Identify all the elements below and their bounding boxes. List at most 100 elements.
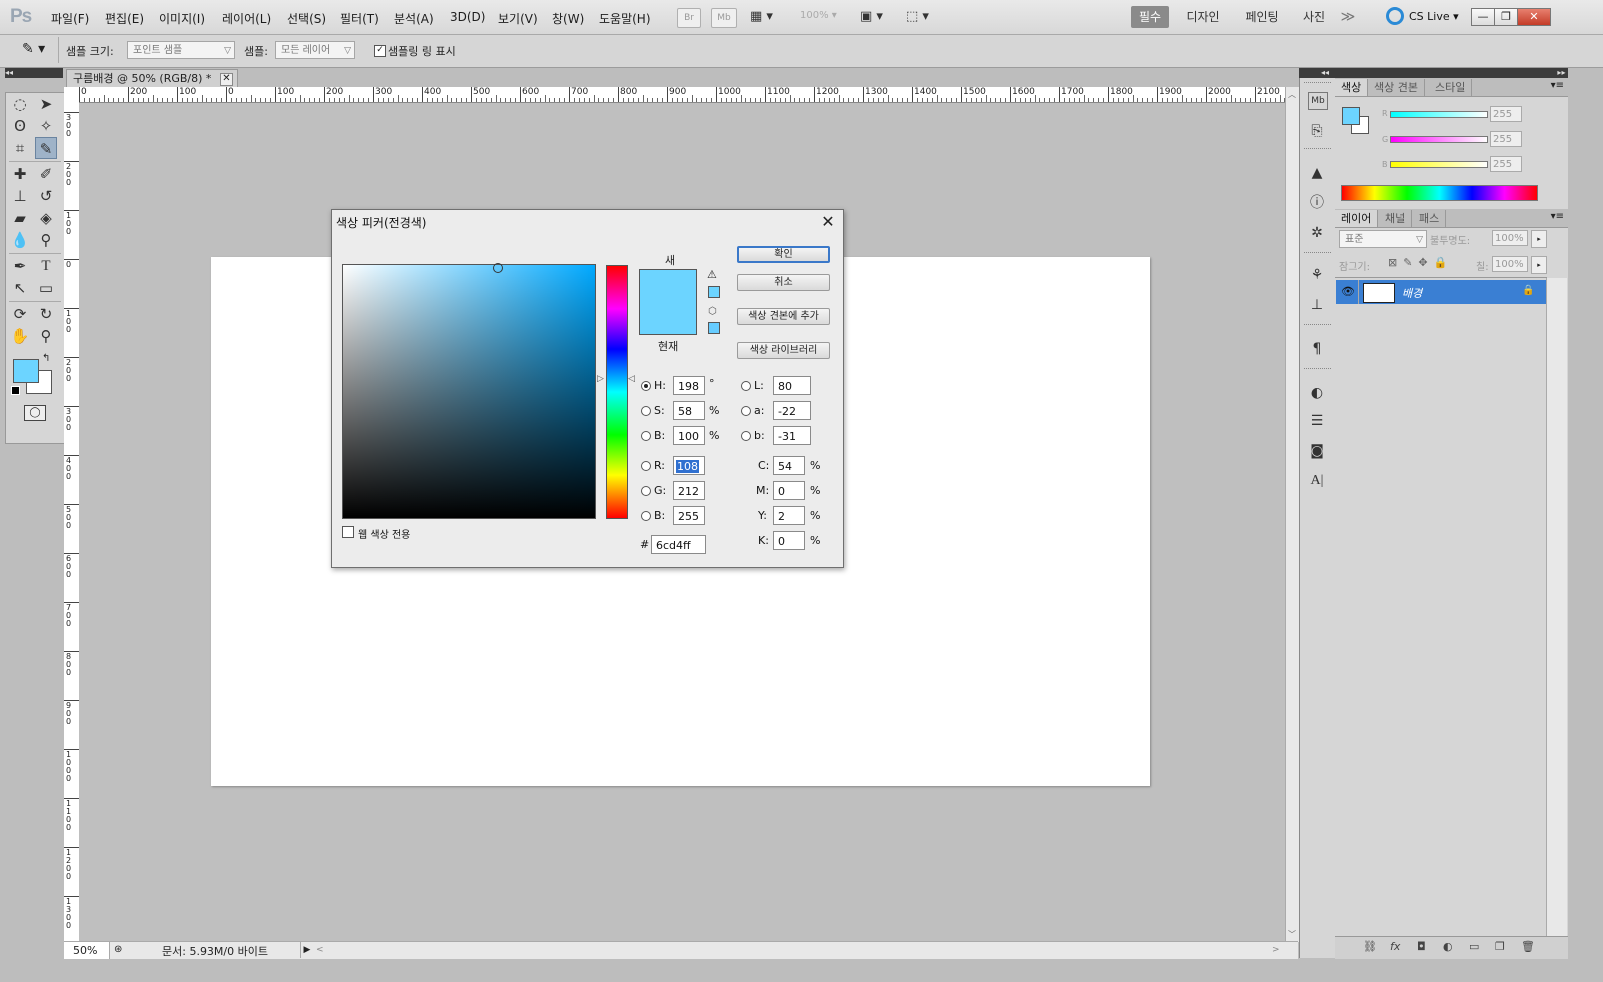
fill-field[interactable]: 100% <box>1492 256 1528 272</box>
menu-edit[interactable]: 편집(E) <box>105 10 144 27</box>
close-document-icon[interactable]: ✕ <box>220 73 233 86</box>
ok-button[interactable]: 확인 <box>737 246 830 263</box>
hue-slider-left-arrow-icon[interactable]: ▷ <box>597 374 604 384</box>
paint-bucket-tool-icon[interactable]: ◈ <box>35 207 57 229</box>
web-colors-only-checkbox[interactable] <box>342 526 354 538</box>
type-tool-icon[interactable]: T <box>35 255 57 277</box>
toolbox-collapse-strip[interactable]: ◂◂ <box>5 68 63 78</box>
lab-l-radio[interactable] <box>741 381 751 391</box>
menu-window[interactable]: 창(W) <box>552 10 584 27</box>
cancel-button[interactable]: 취소 <box>737 274 830 291</box>
sample-select[interactable]: 모든 레이어 ▽ <box>275 41 355 59</box>
menu-filter[interactable]: 필터(T) <box>340 10 379 27</box>
adjustment-layer-icon[interactable]: ◐ <box>1443 940 1453 953</box>
adjustments-icon[interactable]: ◐ <box>1305 382 1329 404</box>
color-spectrum-bar[interactable] <box>1341 185 1538 201</box>
lab-b-radio[interactable] <box>741 431 751 441</box>
masks-icon[interactable]: ☰ <box>1305 410 1329 432</box>
3d-icon[interactable]: ◙ <box>1305 440 1329 462</box>
3d-orbit-tool-icon[interactable]: ↻ <box>35 303 57 325</box>
blue-field[interactable]: 255 <box>673 506 705 525</box>
web-safe-color-swatch[interactable] <box>708 322 720 334</box>
workspace-essentials[interactable]: 필수 <box>1131 6 1169 28</box>
layers-scrollbar[interactable] <box>1546 278 1567 938</box>
panel-collapse-strip[interactable]: ◂◂ ▸▸ <box>1299 68 1568 78</box>
opacity-field[interactable]: 100% <box>1492 230 1528 246</box>
rectangle-tool-icon[interactable]: ▭ <box>35 277 57 299</box>
info-icon[interactable]: ⓘ <box>1305 192 1329 214</box>
zoom-tool-icon[interactable]: ⚲ <box>35 325 57 347</box>
g-radio[interactable] <box>641 486 651 496</box>
menu-layer[interactable]: 레이어(L) <box>222 10 271 27</box>
layers-panel-menu-icon[interactable]: ▾≡ <box>1551 211 1564 222</box>
tab-channels[interactable]: 채널 <box>1379 210 1413 227</box>
pen-tool-icon[interactable]: ✒ <box>9 255 31 277</box>
clone-stamp-tool-icon[interactable]: ⊥ <box>9 185 31 207</box>
tab-layers[interactable]: 레이어 <box>1335 210 1379 227</box>
swap-colors-icon[interactable]: ↰ <box>42 353 50 364</box>
black-field[interactable]: 0 <box>773 531 805 550</box>
menu-analysis[interactable]: 분석(A) <box>394 10 434 27</box>
brightness-radio[interactable] <box>641 431 651 441</box>
tab-swatches[interactable]: 색상 견본 <box>1368 79 1425 96</box>
minimize-button[interactable]: — <box>1471 8 1495 26</box>
sample-size-select[interactable]: 포인트 샘플 ▽ <box>127 41 235 59</box>
add-mask-icon[interactable]: ◘ <box>1417 940 1426 953</box>
3d-rotate-tool-icon[interactable]: ⟳ <box>9 303 31 325</box>
brush-tool-icon[interactable]: ✐ <box>35 163 57 185</box>
menu-file[interactable]: 파일(F) <box>51 10 89 27</box>
status-menu-arrow-icon[interactable]: ▶ <box>300 942 313 958</box>
layer-visibility-eye-icon[interactable]: 👁 <box>1341 285 1355 298</box>
lasso-tool-icon[interactable]: ʘ <box>9 115 31 137</box>
zoom-field[interactable]: 50% <box>64 942 110 959</box>
add-to-swatches-button[interactable]: 색상 견본에 추가 <box>737 308 830 325</box>
saturation-brightness-field[interactable] <box>342 263 596 519</box>
layer-row-background[interactable]: 👁 배경 🔒 <box>1336 280 1546 304</box>
new-group-icon[interactable]: ▭ <box>1469 940 1479 953</box>
tab-color[interactable]: 색상 <box>1335 79 1369 96</box>
opacity-slider-arrow-icon[interactable]: ▸ <box>1531 230 1547 248</box>
tab-paths[interactable]: 패스 <box>1413 210 1447 227</box>
cs-live-icon[interactable] <box>1386 7 1404 25</box>
document-tab[interactable]: 구름배경 @ 50% (RGB/8) * ✕ <box>66 69 238 87</box>
r-field[interactable]: 108 <box>673 456 705 475</box>
workspace-photography[interactable]: 사진 <box>1297 6 1331 28</box>
ruler-origin[interactable] <box>64 87 80 103</box>
arrange-documents-icon[interactable]: ▣ ▾ <box>860 9 883 24</box>
scroll-right-icon[interactable]: > <box>1272 942 1280 958</box>
layer-style-icon[interactable]: fx <box>1390 940 1400 953</box>
hue-slider-right-arrow-icon[interactable]: ◁ <box>628 374 635 384</box>
r-value-field[interactable]: 255 <box>1490 106 1522 122</box>
magenta-field[interactable]: 0 <box>773 481 805 500</box>
b-value-field[interactable]: 255 <box>1490 156 1522 172</box>
delete-layer-icon[interactable]: 🗑 <box>1521 940 1535 953</box>
blue-radio[interactable] <box>641 511 651 521</box>
lab-a-radio[interactable] <box>741 406 751 416</box>
h-field[interactable]: 198 <box>673 376 705 395</box>
scroll-left-icon[interactable]: < <box>316 942 324 958</box>
menu-select[interactable]: 선택(S) <box>287 10 326 27</box>
gamut-color-swatch[interactable] <box>708 286 720 298</box>
paragraph-icon[interactable]: ¶ <box>1305 338 1329 360</box>
blend-mode-select[interactable]: 표준 ▽ <box>1339 230 1427 248</box>
b-slider[interactable] <box>1390 161 1488 168</box>
new-layer-icon[interactable]: ❐ <box>1495 940 1505 953</box>
hand-tool-icon[interactable]: ✋ <box>9 325 31 347</box>
eraser-tool-icon[interactable]: ▰ <box>9 207 31 229</box>
zoom-level-select[interactable]: 100% ▾ <box>800 10 837 21</box>
panel-foreground-swatch[interactable] <box>1342 107 1360 125</box>
color-field-marker[interactable] <box>493 263 503 273</box>
brush-presets-icon[interactable]: ⚘ <box>1305 264 1329 286</box>
r-radio[interactable] <box>641 461 651 471</box>
hex-field[interactable]: 6cd4ff <box>651 535 706 554</box>
crop-tool-icon[interactable]: ⌗ <box>9 137 31 159</box>
mini-bridge-icon[interactable]: Mb <box>1308 92 1328 110</box>
workspace-painting[interactable]: 페인팅 <box>1238 6 1286 28</box>
hue-slider[interactable] <box>606 265 628 519</box>
healing-brush-tool-icon[interactable]: ✚ <box>9 163 31 185</box>
restore-button[interactable]: ❐ <box>1494 8 1518 26</box>
horizontal-ruler[interactable]: 0 200 100 0 100 200 300 400 500 600 700 800 900 1000 1… <box>79 87 1285 103</box>
history-icon[interactable]: ⎘ <box>1305 120 1329 142</box>
quick-mask-icon[interactable]: ◯ <box>24 405 46 421</box>
eyedropper-tool-icon[interactable]: ✎ <box>35 137 57 159</box>
